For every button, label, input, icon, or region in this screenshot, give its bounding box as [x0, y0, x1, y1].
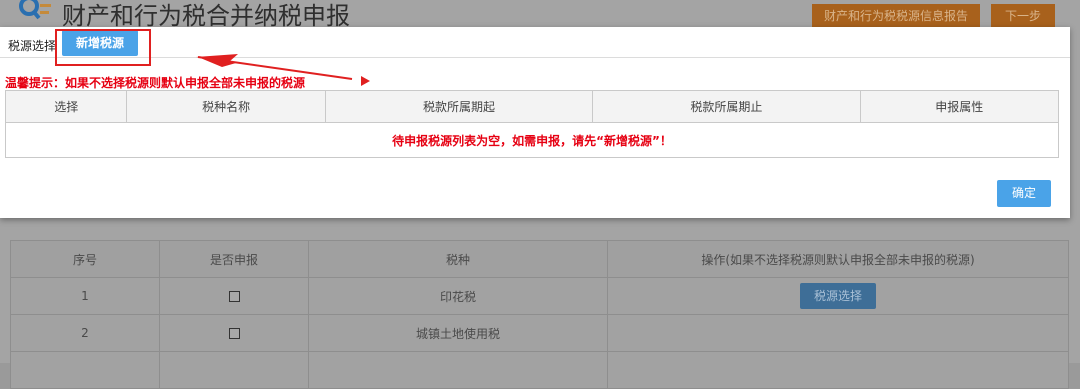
empty-message: 待申报税源列表为空，如需申报，请先“新增税源”！: [5, 122, 1059, 158]
tax-source-dialog: 税源选择 新增税源 温馨提示：如果不选择税源则默认申报全部未申报的税源 选择 税…: [0, 27, 1070, 218]
tax-type-table: 序号 是否申报 税种 操作(如果不选择税源则默认申报全部未申报的税源) 1 印花…: [10, 240, 1069, 389]
row-index: 1: [10, 277, 160, 315]
column-header: 序号: [10, 240, 160, 278]
table-header-row: 选择 税种名称 税款所属期起 税款所属期止 申报属性: [4, 90, 1060, 123]
tax-source-report-button[interactable]: 财产和行为税税源信息报告: [812, 4, 980, 28]
table-row: [10, 351, 1069, 389]
table-cell: [159, 351, 309, 389]
empty-row: 待申报税源列表为空，如需申报，请先“新增税源”！: [5, 122, 1059, 158]
dialog-tab-bar: 税源选择 新增税源: [0, 27, 1070, 58]
column-header: 操作(如果不选择税源则默认申报全部未申报的税源): [607, 240, 1069, 278]
warm-tip: 温馨提示：如果不选择税源则默认申报全部未申报的税源: [5, 76, 306, 90]
confirm-button[interactable]: 确定: [997, 180, 1051, 207]
column-header: 税种: [308, 240, 608, 278]
tax-type-cell: 城镇土地使用税: [308, 314, 608, 352]
declare-checkbox-cell: [159, 314, 309, 352]
declare-checkbox-cell: [159, 277, 309, 315]
table-row: 2 城镇土地使用税: [10, 314, 1069, 352]
action-cell: [607, 314, 1069, 352]
declare-checkbox[interactable]: [228, 291, 240, 302]
tax-source-select-button[interactable]: 税源选择: [800, 283, 876, 309]
table-cell: [10, 351, 160, 389]
page-header: 财产和行为税合并纳税申报 财产和行为税税源信息报告 下一步: [0, 0, 1080, 30]
pending-source-table: 选择 税种名称 税款所属期起 税款所属期止 申报属性 待申报税源列表为空，如需申…: [4, 90, 1060, 158]
declare-checkbox[interactable]: [228, 328, 240, 339]
table-row: 1 印花税 税源选择: [10, 277, 1069, 315]
table-cell: [308, 351, 608, 389]
column-header: 税款所属期止: [592, 90, 861, 123]
table-header-row: 序号 是否申报 税种 操作(如果不选择税源则默认申报全部未申报的税源): [10, 240, 1069, 278]
column-header: 申报属性: [859, 90, 1060, 123]
table-cell: [607, 351, 1069, 389]
annotation-highlight-box: [55, 29, 151, 66]
column-header: 选择: [4, 90, 128, 123]
column-header: 税种名称: [126, 90, 326, 123]
column-header: 是否申报: [159, 240, 309, 278]
tab-tax-source-select[interactable]: 税源选择: [8, 37, 56, 54]
row-index: 2: [10, 314, 160, 352]
action-cell: 税源选择: [607, 277, 1069, 315]
column-header: 税款所属期起: [324, 90, 594, 123]
tax-type-cell: 印花税: [308, 277, 608, 315]
magnifier-list-icon: [19, 0, 51, 20]
next-step-button[interactable]: 下一步: [991, 4, 1055, 28]
